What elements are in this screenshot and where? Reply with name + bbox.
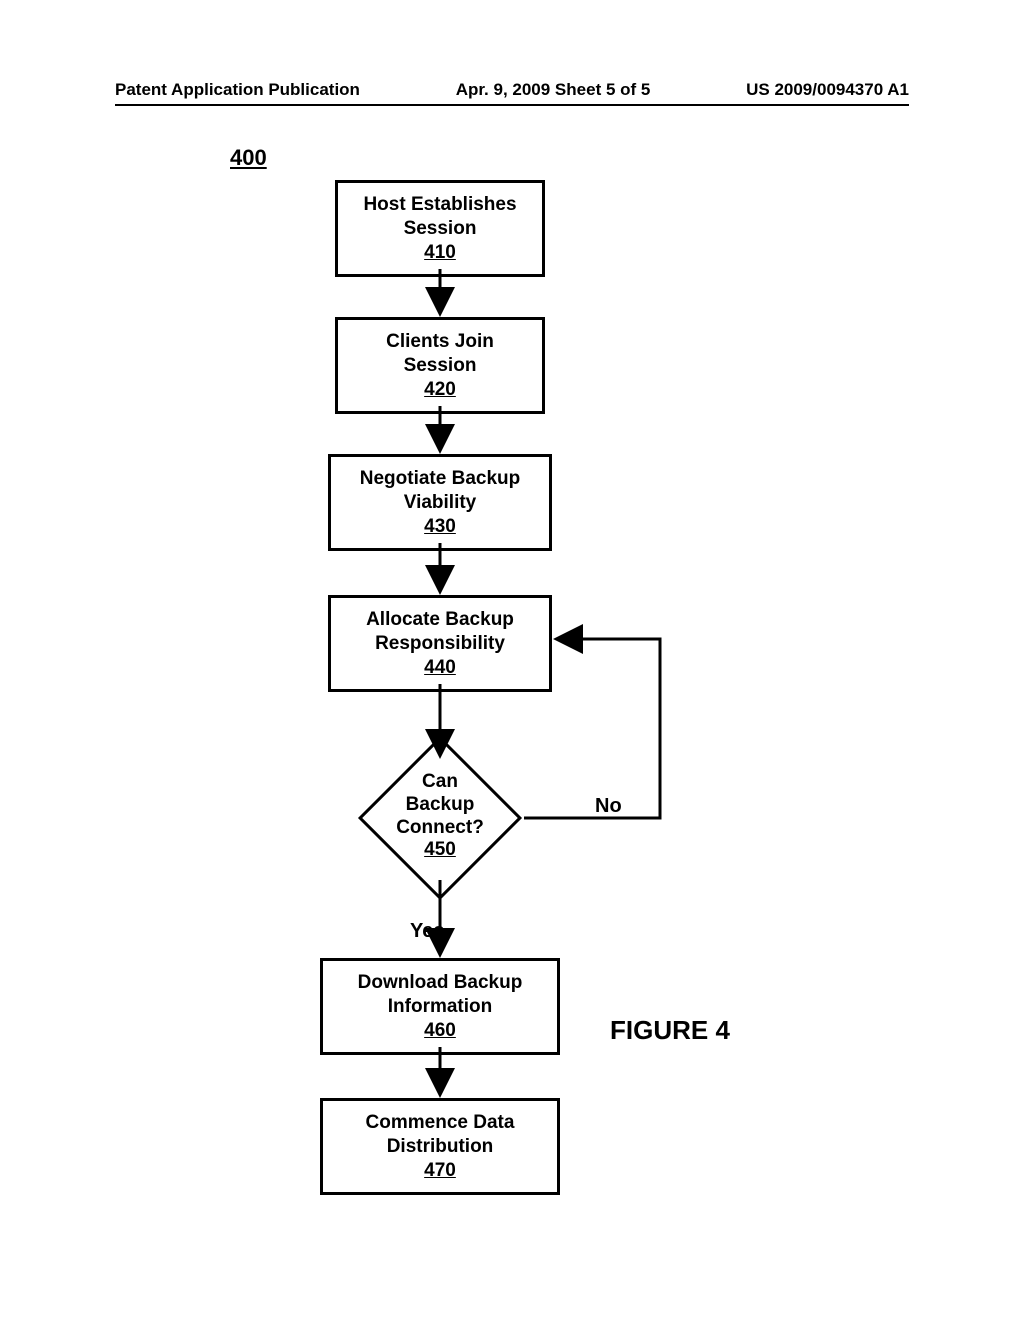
box-430-line1: Negotiate Backup bbox=[360, 468, 520, 489]
box-460-line2: Information bbox=[388, 996, 493, 1017]
figure-label: FIGURE 4 bbox=[610, 1015, 730, 1046]
box-410: Host Establishes Session 410 bbox=[335, 180, 545, 277]
box-460-ref: 460 bbox=[424, 1020, 456, 1041]
box-440: Allocate Backup Responsibility 440 bbox=[328, 595, 552, 692]
box-440-line1: Allocate Backup bbox=[366, 609, 514, 630]
box-470: Commence Data Distribution 470 bbox=[320, 1098, 560, 1195]
box-420-line2: Session bbox=[404, 355, 477, 376]
header-left: Patent Application Publication bbox=[115, 80, 360, 100]
box-440-line2: Responsibility bbox=[375, 633, 505, 654]
box-460: Download Backup Information 460 bbox=[320, 958, 560, 1055]
box-410-ref: 410 bbox=[424, 242, 456, 263]
box-470-line2: Distribution bbox=[387, 1136, 494, 1157]
diamond-450-line1: Can bbox=[422, 771, 458, 792]
header-mid: Apr. 9, 2009 Sheet 5 of 5 bbox=[456, 80, 651, 100]
box-440-ref: 440 bbox=[424, 657, 456, 678]
box-470-ref: 470 bbox=[424, 1160, 456, 1181]
diamond-450-line2: Backup bbox=[406, 794, 475, 815]
figure-number: 400 bbox=[230, 145, 267, 171]
box-430-line2: Viability bbox=[404, 492, 477, 513]
box-430-ref: 430 bbox=[424, 516, 456, 537]
header-right: US 2009/0094370 A1 bbox=[746, 80, 909, 100]
diamond-450: Can Backup Connect? 450 bbox=[330, 733, 550, 903]
label-no: No bbox=[595, 795, 622, 818]
box-470-line1: Commence Data bbox=[366, 1112, 515, 1133]
diamond-450-ref: 450 bbox=[424, 839, 456, 860]
page-header: Patent Application Publication Apr. 9, 2… bbox=[115, 80, 909, 106]
box-460-line1: Download Backup bbox=[358, 972, 523, 993]
box-430: Negotiate Backup Viability 430 bbox=[328, 454, 552, 551]
box-420-line1: Clients Join bbox=[386, 331, 494, 352]
label-yes: Yes bbox=[410, 920, 444, 943]
box-420: Clients Join Session 420 bbox=[335, 317, 545, 414]
box-410-line1: Host Establishes bbox=[363, 194, 516, 215]
box-420-ref: 420 bbox=[424, 379, 456, 400]
box-410-line2: Session bbox=[404, 218, 477, 239]
diamond-450-line3: Connect? bbox=[396, 817, 484, 838]
